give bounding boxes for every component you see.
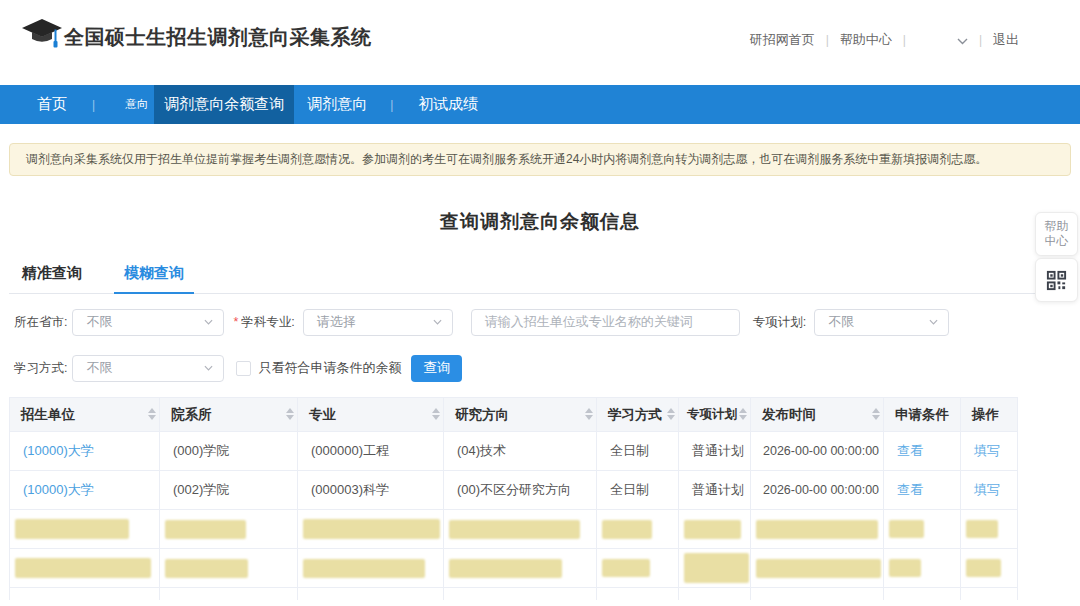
col-header-study[interactable]: 学习方式: [597, 398, 679, 432]
nav-item-balance-query[interactable]: 调剂意向余额查询: [154, 85, 294, 124]
table-row: (10000)大学 (000)学院 (000000)工程 (04)技术 全日制 …: [10, 432, 1018, 471]
nav-item-initial-score[interactable]: 初试成绩: [403, 85, 493, 124]
table-row-redacted: [10, 510, 1018, 549]
unit-link[interactable]: (10000)大学: [23, 443, 94, 458]
fill-link[interactable]: 填写: [974, 443, 1000, 458]
search-button[interactable]: 查询: [411, 355, 462, 382]
view-condition-link[interactable]: 查看: [897, 482, 923, 497]
redacted-cell: [303, 559, 425, 578]
table-row: (10000)大学 (002)学院 (000003)科学 (00)不区分研究方向…: [10, 471, 1018, 510]
redacted-cell: [602, 520, 652, 539]
view-condition-link[interactable]: 查看: [897, 443, 923, 458]
col-header-time[interactable]: 发布时间: [751, 398, 884, 432]
col-header-dept[interactable]: 院系所: [160, 398, 298, 432]
sort-icon[interactable]: [585, 408, 593, 420]
eligible-only-label: 只看符合申请条件的余额: [258, 359, 401, 377]
tab-precise-query[interactable]: 精准查询: [12, 255, 92, 293]
redacted-cell: [449, 520, 580, 539]
sort-icon[interactable]: [739, 408, 747, 420]
table-header-row: 招生单位 院系所 专业 研究方向 学习方式 专项计划 发布时间 申请条件 操作: [10, 398, 1018, 432]
table-row: [10, 588, 1018, 600]
col-header-condition: 申请条件: [884, 398, 961, 432]
redacted-cell: [889, 559, 921, 577]
redacted-cell: [165, 520, 246, 539]
nav-item-adjust-intention[interactable]: 调剂意向: [294, 85, 380, 124]
redacted-cell: [684, 553, 749, 583]
app-header: 全国硕士生招生调剂意向采集系统 研招网首页 | 帮助中心 | | 退出: [0, 0, 1080, 85]
qr-code-button[interactable]: [1035, 258, 1078, 302]
study-mode-select[interactable]: 不限: [72, 355, 224, 382]
site-title: 全国硕士生招生调剂意向采集系统: [64, 24, 372, 51]
nav-divider: |: [92, 85, 95, 124]
page-title: 查询调剂意向余额信息: [9, 209, 1071, 235]
query-tabs: 精准查询 模糊查询: [9, 255, 1071, 294]
redacted-cell: [966, 559, 1001, 577]
sort-icon[interactable]: [148, 408, 156, 420]
table-row-redacted: [10, 549, 1018, 588]
col-header-major[interactable]: 专业: [298, 398, 444, 432]
notice-banner: 调剂意向采集系统仅用于招生单位提前掌握考生调剂意愿情况。参加调剂的考生可在调剂服…: [9, 143, 1071, 176]
link-help-center[interactable]: 帮助中心: [840, 31, 892, 49]
redacted-cell: [15, 558, 151, 578]
redacted-cell: [966, 520, 998, 538]
unit-link[interactable]: (10000)大学: [23, 482, 94, 497]
nav-item-intention[interactable]: 意向: [125, 85, 154, 124]
main-nav: 首页 | 意向 调剂意向余额查询 调剂意向 | 初试成绩: [0, 85, 1080, 124]
redacted-cell: [756, 559, 881, 578]
results-table: 招生单位 院系所 专业 研究方向 学习方式 专项计划 发布时间 申请条件 操作 …: [9, 397, 1071, 600]
divider: |: [826, 33, 829, 47]
subject-label: *学科专业:: [233, 314, 294, 331]
eligible-only-checkbox[interactable]: [236, 361, 251, 376]
chevron-down-icon[interactable]: [957, 33, 968, 48]
province-label: 所在省市:: [9, 314, 67, 331]
logo-graduation-cap-icon: [21, 18, 63, 58]
redacted-cell: [602, 559, 650, 577]
col-header-action: 操作: [961, 398, 1018, 432]
divider: |: [979, 33, 982, 47]
nav-item-home[interactable]: 首页: [22, 85, 82, 124]
sort-icon[interactable]: [872, 408, 880, 420]
header-links: 研招网首页 | 帮助中心 | | 退出: [750, 31, 1019, 49]
study-mode-label: 学习方式:: [9, 360, 67, 377]
redacted-cell: [303, 519, 440, 539]
redacted-cell: [15, 519, 129, 539]
nav-divider: |: [390, 85, 393, 124]
divider: |: [903, 33, 906, 47]
qr-code-icon: [1045, 269, 1068, 292]
col-header-direction[interactable]: 研究方向: [444, 398, 597, 432]
tab-fuzzy-query[interactable]: 模糊查询: [114, 255, 194, 294]
redacted-cell: [756, 520, 878, 539]
col-header-unit[interactable]: 招生单位: [10, 398, 160, 432]
sort-icon[interactable]: [432, 408, 440, 420]
province-select[interactable]: 不限: [72, 309, 224, 336]
redacted-cell: [165, 559, 248, 578]
filter-form: 所在省市: 不限 *学科专业: 请选择 请输入招生单位或专业名称的关键词 专项计…: [9, 308, 1071, 382]
link-logout[interactable]: 退出: [993, 31, 1019, 49]
col-header-plan[interactable]: 专项计划: [679, 398, 751, 432]
plan-select[interactable]: 不限: [814, 309, 949, 336]
sort-icon[interactable]: [286, 408, 294, 420]
fill-link[interactable]: 填写: [974, 482, 1000, 497]
sort-icon[interactable]: [667, 408, 675, 420]
redacted-cell: [889, 520, 924, 538]
keyword-input[interactable]: 请输入招生单位或专业名称的关键词: [471, 309, 740, 336]
redacted-cell: [684, 520, 741, 539]
subject-select[interactable]: 请选择: [303, 309, 453, 336]
help-center-float-button[interactable]: 帮助中心: [1035, 212, 1078, 256]
link-yanzhao-home[interactable]: 研招网首页: [750, 31, 815, 49]
redacted-cell: [449, 559, 562, 578]
plan-label: 专项计划:: [753, 314, 806, 331]
